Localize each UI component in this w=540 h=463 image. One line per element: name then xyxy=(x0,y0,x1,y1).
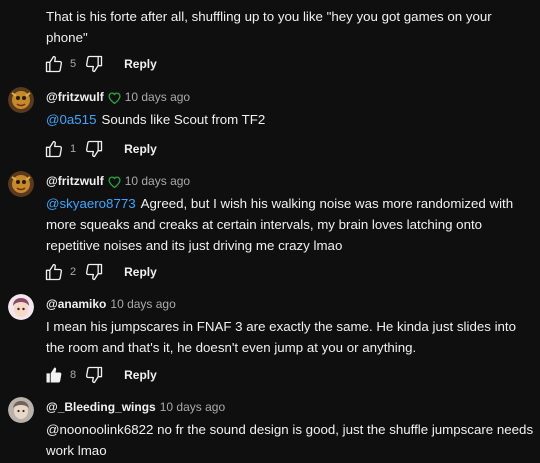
author-row: @_Bleeding_wings 10 days ago xyxy=(46,398,225,416)
author-name[interactable]: @_Bleeding_wings xyxy=(46,400,156,414)
timestamp[interactable]: 10 days ago xyxy=(110,297,175,311)
comment-text: @skyaero8773 Agreed, but I wish his walki… xyxy=(46,196,514,253)
reply-button[interactable]: Reply xyxy=(124,265,157,279)
creator-heart-icon xyxy=(108,175,121,189)
comment-actions: 2 Reply xyxy=(44,261,157,283)
reply-button[interactable]: Reply xyxy=(124,57,157,71)
thumbs-down-icon[interactable] xyxy=(84,262,104,282)
author-name[interactable]: @fritzwulf xyxy=(46,174,104,188)
author-row: @fritzwulf 10 days ago xyxy=(46,172,190,190)
mention-link[interactable]: @skyaero8773 xyxy=(46,196,136,211)
creator-heart-icon xyxy=(108,91,121,105)
author-row: @anamiko 10 days ago xyxy=(46,295,176,313)
thumbs-up-icon[interactable] xyxy=(44,54,64,74)
comment-text: I mean his jumpscares in FNAF 3 are exac… xyxy=(46,319,517,355)
thumbs-up-icon[interactable] xyxy=(44,262,64,282)
comment-actions: 8 Reply xyxy=(44,364,157,386)
comment-text: @0a515 Sounds like Scout from TF2 xyxy=(46,112,266,127)
avatar[interactable] xyxy=(8,397,34,423)
avatar[interactable] xyxy=(8,171,34,197)
comment-text: That is his forte after all, shuffling u… xyxy=(46,9,492,45)
like-count: 1 xyxy=(70,143,77,155)
avatar[interactable] xyxy=(8,87,34,113)
thumbs-down-icon[interactable] xyxy=(84,139,104,159)
author-row: @fritzwulf 10 days ago xyxy=(46,88,190,106)
thumbs-down-icon[interactable] xyxy=(84,365,104,385)
author-name[interactable]: @fritzwulf xyxy=(46,90,104,104)
thumbs-down-icon[interactable] xyxy=(84,54,104,74)
thumbs-up-icon[interactable] xyxy=(44,139,64,159)
thumbs-up-filled-icon[interactable] xyxy=(44,365,64,385)
like-count: 5 xyxy=(70,58,77,70)
reply-button[interactable]: Reply xyxy=(124,368,157,382)
timestamp[interactable]: 10 days ago xyxy=(160,400,225,414)
like-count: 2 xyxy=(70,266,77,278)
mention-link[interactable]: @0a515 xyxy=(46,112,96,127)
avatar[interactable] xyxy=(8,294,34,320)
comment-actions: 5 Reply xyxy=(44,53,157,75)
like-count: 8 xyxy=(70,369,77,381)
author-name[interactable]: @anamiko xyxy=(46,297,106,311)
timestamp[interactable]: 10 days ago xyxy=(125,90,190,104)
comment-text: @noonoolink6822 no fr the sound design i… xyxy=(46,422,534,458)
reply-button[interactable]: Reply xyxy=(124,142,157,156)
timestamp[interactable]: 10 days ago xyxy=(125,174,190,188)
comment-actions: 1 Reply xyxy=(44,138,157,160)
